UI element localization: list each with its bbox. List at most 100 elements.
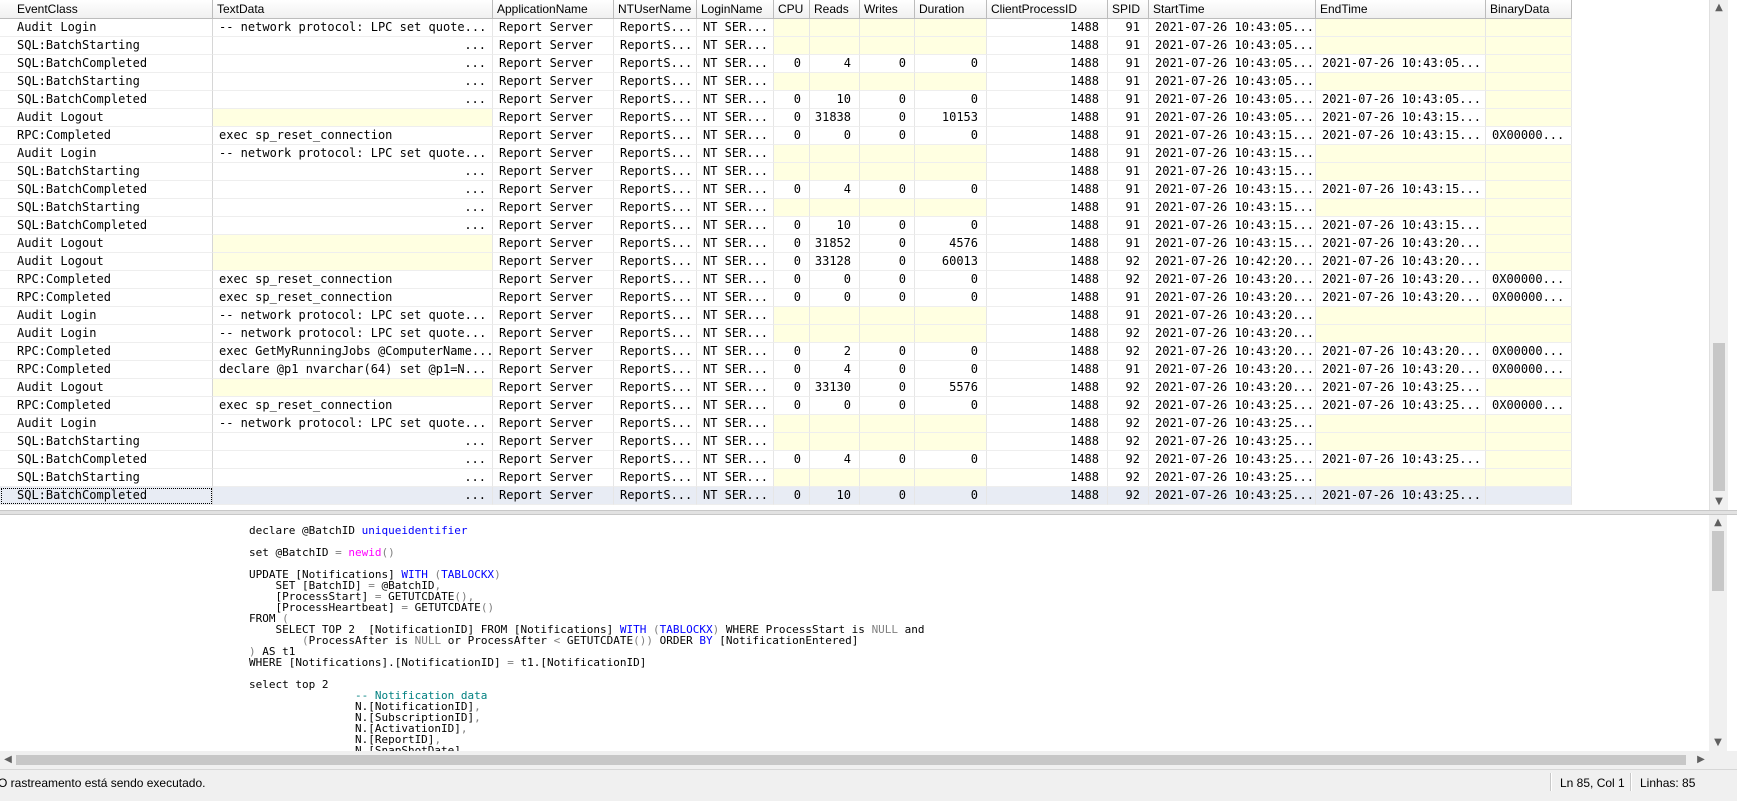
cell-clientprocessid: 1488 [987, 127, 1108, 145]
cell-starttime: 2021-07-26 10:43:25... [1149, 469, 1316, 487]
table-row[interactable]: RPC:Completed exec sp_reset_connection Rep… [0, 289, 1592, 307]
table-row[interactable]: SQL:BatchStarting... Report Server ReportS… [0, 37, 1592, 55]
cell-writes: 0 [860, 451, 915, 469]
table-row[interactable]: SQL:BatchStarting... Report Server ReportS… [0, 433, 1592, 451]
cell-loginname: NT SER... [697, 217, 774, 235]
table-row[interactable]: Audit Login -- network protocol: LPC set … [0, 307, 1592, 325]
scroll-right-arrow-icon[interactable]: ▶ [1693, 751, 1709, 769]
cell-cpu [774, 19, 810, 37]
table-row[interactable]: SQL:BatchStarting... Report Server ReportS… [0, 199, 1592, 217]
table-row[interactable]: RPC:Completed declare @p1 nvarchar(64) se… [0, 361, 1592, 379]
table-row[interactable]: SQL:BatchCompleted... Report Server Report… [0, 487, 1592, 505]
table-row[interactable]: SQL:BatchStarting... Report Server ReportS… [0, 73, 1592, 91]
text-hscroll-thumb[interactable] [16, 755, 1686, 765]
cell-ntusername: ReportS... [614, 127, 697, 145]
cell-clientprocessid: 1488 [987, 217, 1108, 235]
cell-writes [860, 37, 915, 55]
table-row[interactable]: Audit Login -- network protocol: LPC set … [0, 325, 1592, 343]
column-header-eventclass[interactable]: EventClass [0, 0, 213, 19]
column-header-ntusername[interactable]: NTUserName [614, 0, 697, 19]
table-row[interactable]: Audit Login -- network protocol: LPC set … [0, 415, 1592, 433]
table-row[interactable]: Audit Login -- network protocol: LPC set … [0, 145, 1592, 163]
column-header-clientprocessid[interactable]: ClientProcessID [987, 0, 1108, 19]
table-row[interactable]: SQL:BatchCompleted... Report Server Report… [0, 181, 1592, 199]
cell-reads: 2 [810, 343, 860, 361]
column-header-binarydata[interactable]: BinaryData [1486, 0, 1572, 19]
cell-eventclass: Audit Login [0, 145, 213, 163]
scroll-left-arrow-icon[interactable]: ◀ [0, 751, 16, 769]
table-row[interactable]: Audit Login -- network protocol: LPC set … [0, 19, 1592, 37]
table-row[interactable]: SQL:BatchStarting... Report Server ReportS… [0, 469, 1592, 487]
grid-body[interactable]: Audit Login -- network protocol: LPC set … [0, 19, 1592, 505]
column-header-loginname[interactable]: LoginName [697, 0, 774, 19]
cell-applicationname: Report Server [493, 253, 614, 271]
cell-applicationname: Report Server [493, 397, 614, 415]
cell-cpu: 0 [774, 235, 810, 253]
table-row[interactable]: RPC:Completed exec GetMyRunningJobs @Comp… [0, 343, 1592, 361]
cell-reads: 10 [810, 91, 860, 109]
cell-clientprocessid: 1488 [987, 307, 1108, 325]
column-header-cpu[interactable]: CPU [774, 0, 810, 19]
line-count: Linhas: 85 [1640, 776, 1696, 790]
cell-eventclass: Audit Login [0, 19, 213, 37]
table-row[interactable]: SQL:BatchCompleted... Report Server Report… [0, 55, 1592, 73]
cell-ntusername: ReportS... [614, 109, 697, 127]
cell-ntusername: ReportS... [614, 181, 697, 199]
cell-reads: 0 [810, 271, 860, 289]
column-header-applicationname[interactable]: ApplicationName [493, 0, 614, 19]
table-row[interactable]: SQL:BatchCompleted... Report Server Report… [0, 451, 1592, 469]
cell-eventclass: RPC:Completed [0, 289, 213, 307]
column-header-endtime[interactable]: EndTime [1316, 0, 1486, 19]
cell-duration [915, 325, 987, 343]
cell-clientprocessid: 1488 [987, 73, 1108, 91]
cell-reads: 0 [810, 127, 860, 145]
trace-grid[interactable]: EventClass TextData ApplicationName NTUserN… [0, 0, 1709, 510]
table-row[interactable]: RPC:Completed exec sp_reset_connection Rep… [0, 271, 1592, 289]
cell-loginname: NT SER... [697, 181, 774, 199]
table-row[interactable]: RPC:Completed exec sp_reset_connection Rep… [0, 397, 1592, 415]
table-row[interactable]: RPC:Completed exec sp_reset_connection Rep… [0, 127, 1592, 145]
scroll-down-arrow-icon[interactable]: ▼ [1709, 735, 1727, 751]
cell-endtime: 2021-07-26 10:43:25... [1316, 487, 1486, 505]
cell-reads [810, 145, 860, 163]
cell-loginname: NT SER... [697, 325, 774, 343]
scroll-down-arrow-icon[interactable]: ▼ [1710, 494, 1728, 510]
cell-cpu: 0 [774, 451, 810, 469]
table-row[interactable]: Audit Logout Report Server ReportS... NT SE… [0, 253, 1592, 271]
column-header-duration[interactable]: Duration [915, 0, 987, 19]
text-horizontal-scrollbar[interactable]: ◀ ▶ [0, 751, 1709, 769]
cell-binarydata [1486, 469, 1572, 487]
cell-spid: 91 [1108, 217, 1149, 235]
cell-endtime: 2021-07-26 10:43:20... [1316, 343, 1486, 361]
column-header-starttime[interactable]: StartTime [1149, 0, 1316, 19]
cell-binarydata [1486, 415, 1572, 433]
cell-clientprocessid: 1488 [987, 415, 1108, 433]
column-header-reads[interactable]: Reads [810, 0, 860, 19]
grid-vertical-scrollbar[interactable]: ▲ ▼ [1709, 0, 1728, 510]
table-row[interactable]: SQL:BatchCompleted... Report Server Report… [0, 217, 1592, 235]
cell-ntusername: ReportS... [614, 19, 697, 37]
table-row[interactable]: Audit Logout Report Server ReportS... NT SE… [0, 235, 1592, 253]
scroll-up-arrow-icon[interactable]: ▲ [1710, 0, 1728, 16]
cell-spid: 91 [1108, 73, 1149, 91]
grid-scroll-thumb[interactable] [1713, 343, 1725, 491]
event-text-pane[interactable]: declare @BatchID uniqueidentifier set @B… [0, 515, 1709, 751]
table-row[interactable]: SQL:BatchCompleted... Report Server Report… [0, 91, 1592, 109]
cell-duration: 0 [915, 91, 987, 109]
column-header-spid[interactable]: SPID [1108, 0, 1149, 19]
text-vscroll-thumb[interactable] [1712, 531, 1724, 591]
column-header-textdata[interactable]: TextData [213, 0, 493, 19]
text-vertical-scrollbar[interactable]: ▲ ▼ [1709, 515, 1727, 751]
cell-ntusername: ReportS... [614, 145, 697, 163]
cell-loginname: NT SER... [697, 73, 774, 91]
cell-cpu: 0 [774, 109, 810, 127]
cell-cpu: 0 [774, 379, 810, 397]
cell-starttime: 2021-07-26 10:43:05... [1149, 19, 1316, 37]
table-row[interactable]: Audit Logout Report Server ReportS... NT SE… [0, 109, 1592, 127]
table-row[interactable]: Audit Logout Report Server ReportS... NT SE… [0, 379, 1592, 397]
cell-clientprocessid: 1488 [987, 325, 1108, 343]
cell-loginname: NT SER... [697, 361, 774, 379]
table-row[interactable]: SQL:BatchStarting... Report Server ReportS… [0, 163, 1592, 181]
column-header-writes[interactable]: Writes [860, 0, 915, 19]
scroll-up-arrow-icon[interactable]: ▲ [1709, 515, 1727, 531]
